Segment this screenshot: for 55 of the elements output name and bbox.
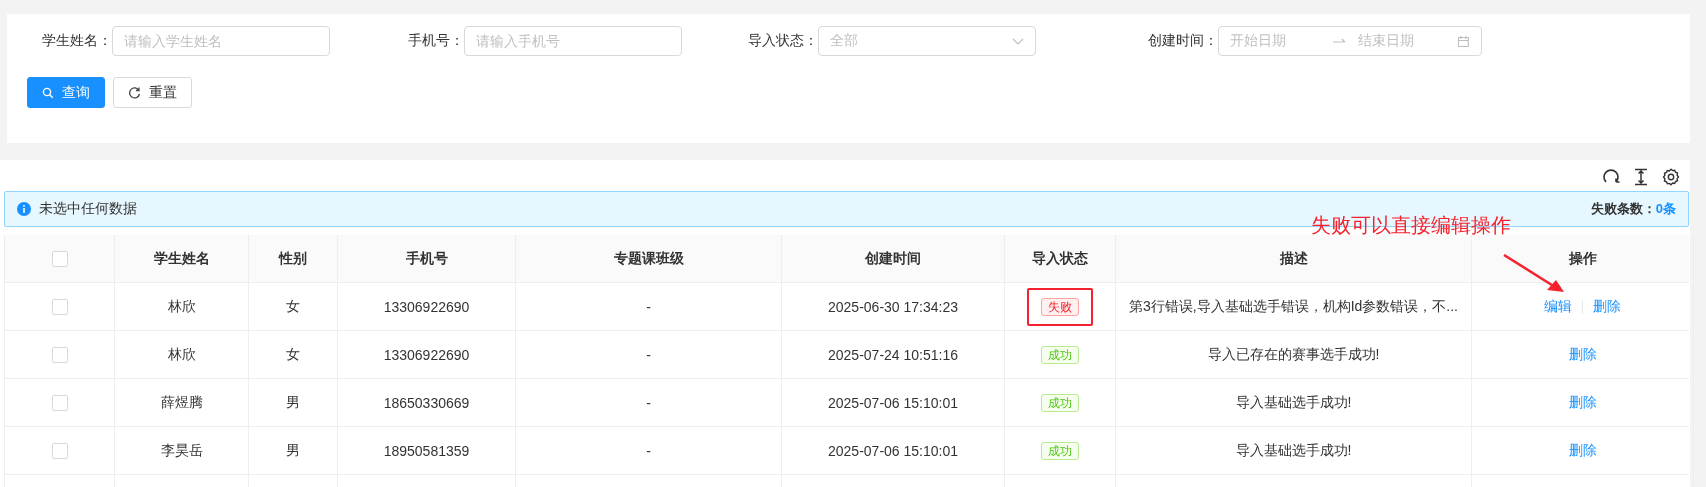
table-cell: 18950581359 [338, 427, 516, 474]
table-cell: 2025-06-30 17:34:23 [782, 283, 1005, 330]
table-cell: 2025-07-06 15:10:01 [782, 379, 1005, 426]
table-cell: 13306922690 [338, 331, 516, 378]
input-field[interactable]: 请输入手机号 [464, 26, 682, 56]
column-header: 描述 [1116, 235, 1472, 282]
input-field[interactable]: 请输入学生姓名 [112, 26, 330, 56]
filter-label: 学生姓名： [41, 32, 112, 50]
table-cell: 第3行错误,导入基础选手错误，机构Id参数错误，不... [1116, 283, 1472, 330]
action-link[interactable]: 删除 [1568, 441, 1597, 460]
filter-label: 创建时间： [1147, 32, 1218, 50]
success-tag: 成功 [1041, 393, 1079, 412]
filter-label: 手机号： [407, 32, 464, 50]
end-date-placeholder: 结束日期 [1358, 32, 1416, 50]
column-header: 手机号 [338, 235, 516, 282]
table-cell: 18650330669 [338, 379, 516, 426]
search-button[interactable]: 查询 [27, 77, 105, 108]
success-tag: 成功 [1041, 345, 1079, 364]
table-cell: 导入基础选手成功! [1116, 427, 1472, 474]
table-cell: 男 [249, 379, 338, 426]
action-link[interactable]: 删除 [1568, 393, 1597, 412]
date-range-field[interactable]: 开始日期 结束日期 [1218, 26, 1482, 56]
failure-count: 失败条数：0条 [1590, 200, 1676, 218]
column-header: 性别 [249, 235, 338, 282]
table-cell: 女 [249, 283, 338, 330]
reset-button[interactable]: 重置 [113, 77, 192, 108]
table-cell: 女 [249, 331, 338, 378]
table-cell: 导入已存在的赛事选手成功! [1116, 331, 1472, 378]
table-cell: - [516, 283, 782, 330]
action-link[interactable]: 删除 [1568, 345, 1597, 364]
table-cell: 薛煜腾 [115, 379, 249, 426]
filter-label: 导入状态： [747, 32, 818, 50]
table-cell: - [516, 331, 782, 378]
column-header: 创建时间 [782, 235, 1005, 282]
failure-tag: 失败 [1041, 297, 1079, 316]
annotation-text: 失败可以直接编辑操作 [1311, 213, 1511, 238]
table-cell: 男 [249, 427, 338, 474]
alert-message: 未选中任何数据 [39, 200, 137, 218]
table-cell: 林欣 [115, 331, 249, 378]
column-header: 专题课班级 [516, 235, 782, 282]
action-link[interactable]: 编辑 [1544, 297, 1572, 316]
success-tag: 成功 [1041, 441, 1079, 460]
select-field[interactable]: 全部 [818, 26, 1036, 56]
table-cell: 李昊岳 [115, 427, 249, 474]
table-cell: 2025-07-06 15:10:01 [782, 427, 1005, 474]
table-cell: 导入基础选手成功! [1116, 379, 1472, 426]
table-cell: 2025-07-24 10:51:16 [782, 331, 1005, 378]
column-header: 导入状态 [1005, 235, 1116, 282]
table-cell: 林欣 [115, 283, 249, 330]
table-cell: 13306922690 [338, 283, 516, 330]
table-cell: - [516, 379, 782, 426]
start-date-placeholder: 开始日期 [1230, 32, 1287, 50]
column-header: 学生姓名 [115, 235, 249, 282]
table-cell: - [516, 427, 782, 474]
action-link[interactable]: 删除 [1593, 297, 1621, 316]
